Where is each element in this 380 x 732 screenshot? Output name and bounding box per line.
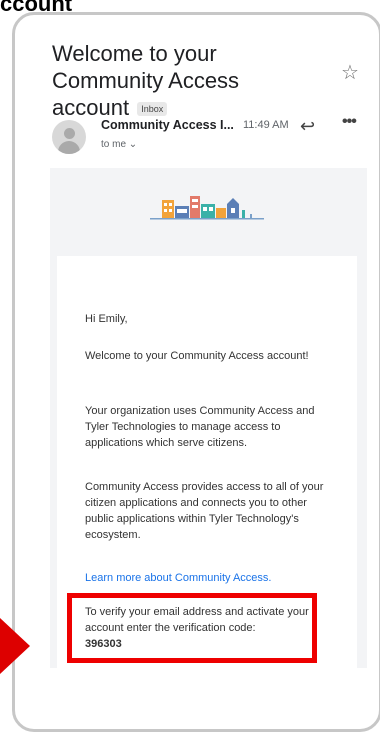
- email-subject: Welcome to your Community Access account…: [52, 40, 322, 121]
- sender-name[interactable]: Community Access I...: [101, 118, 234, 132]
- recipient-details[interactable]: to me ⌄: [101, 139, 137, 150]
- chevron-down-icon: ⌄: [128, 139, 138, 150]
- learn-more-link[interactable]: Learn more about Community Access.: [85, 570, 335, 586]
- buildings-logo: [150, 196, 264, 220]
- reply-icon[interactable]: ↩: [300, 116, 315, 137]
- organization-text: Your organization uses Community Access …: [85, 405, 315, 449]
- more-icon[interactable]: •••: [342, 113, 357, 131]
- inbox-label-chip[interactable]: Inbox: [137, 102, 168, 116]
- provides-text: Community Access provides access to all …: [85, 481, 324, 541]
- email-time: 11:49 AM: [243, 119, 289, 131]
- recipient-text: to me: [101, 139, 127, 150]
- greeting-text: Hi Emily,: [85, 313, 128, 325]
- verification-highlight-box: [67, 593, 317, 663]
- pointer-arrow: [0, 618, 30, 674]
- welcome-text: Welcome to your Community Access account…: [85, 350, 309, 362]
- avatar-icon: [52, 120, 86, 154]
- star-icon[interactable]: ☆: [341, 60, 359, 85]
